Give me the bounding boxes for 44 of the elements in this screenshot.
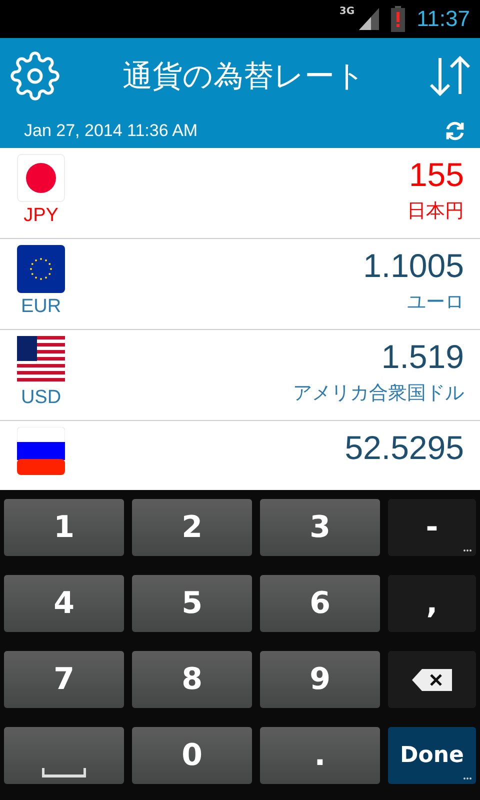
keyboard-key[interactable]: 9 [260,651,380,708]
flag-icon [17,427,65,475]
currency-value: 52.5295 [344,429,464,467]
backspace-key[interactable] [388,651,476,708]
currency-row[interactable]: EUR 1.1005 ユーロ [0,239,480,330]
currency-value: 155 [408,156,464,194]
done-key[interactable]: Done [388,727,476,784]
keyboard-key[interactable]: 2 [132,499,252,556]
keyboard-key[interactable]: 0 [132,727,252,784]
refresh-icon[interactable] [444,120,466,142]
app-title: 通貨の為替レート [122,58,366,96]
keyboard-key[interactable]: 5 [132,575,252,632]
flag-icon [17,154,65,202]
currency-value: 1.1005 [363,247,464,285]
settings-icon[interactable] [10,51,60,101]
currency-value: 1.519 [381,338,464,376]
space-key[interactable] [4,727,124,784]
currency-name: ユーロ [407,290,464,315]
keyboard-key[interactable]: - [388,499,476,556]
keyboard-key[interactable]: 8 [132,651,252,708]
keyboard-key[interactable]: , [388,575,476,632]
currency-code: JPY [24,205,58,227]
update-time: Jan 27, 2014 11:36 AM [24,121,198,141]
battery-alert-icon [390,6,405,32]
network-type: 3G [339,6,355,17]
currency-code: USD [20,387,62,409]
keyboard-key[interactable]: . [260,727,380,784]
keyboard-key[interactable]: 3 [260,499,380,556]
keyboard-key[interactable]: 1 [4,499,124,556]
keyboard-key[interactable]: 4 [4,575,124,632]
keyboard-key[interactable]: 6 [260,575,380,632]
signal-icon [358,8,379,30]
currency-row[interactable]: USD 1.519 アメリカ合衆国ドル [0,330,480,421]
space-icon [42,768,86,778]
flag-icon [17,336,65,384]
currency-code: EUR [20,296,62,318]
flag-icon [17,245,65,293]
currency-row[interactable]: JPY 155 日本円 [0,148,480,239]
keyboard-key[interactable]: 7 [4,651,124,708]
backspace-icon [412,668,452,690]
currency-name: 日本円 [407,199,464,224]
clock: 11:37 [416,6,470,32]
sort-icon[interactable] [428,54,472,98]
currency-name: アメリカ合衆国ドル [293,381,464,406]
